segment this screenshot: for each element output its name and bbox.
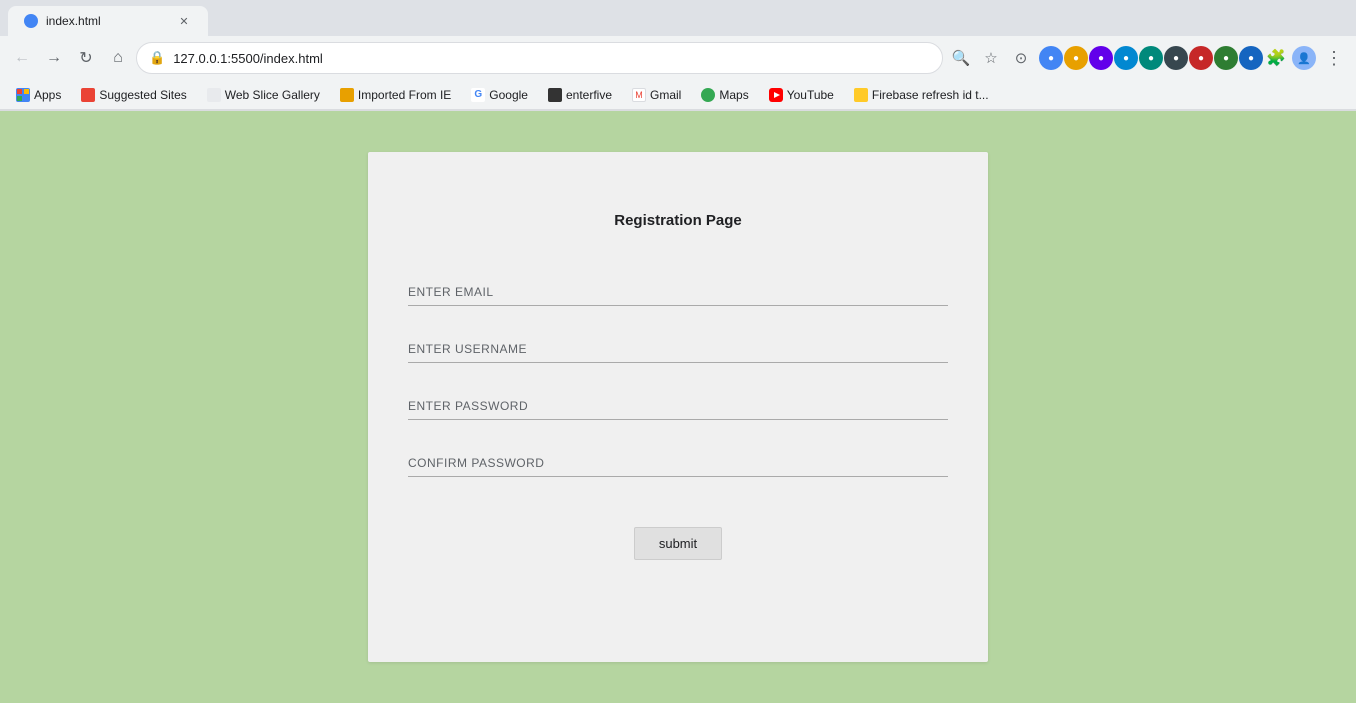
bookmark-enterfive[interactable]: enterfive — [540, 85, 620, 105]
maps-favicon-icon — [701, 88, 715, 102]
suggested-sites-favicon-icon — [81, 88, 95, 102]
nav-icons: 🔍 ☆ ⊙ — [947, 44, 1035, 72]
ext-icon-2[interactable]: ● — [1064, 46, 1088, 70]
username-input[interactable] — [408, 336, 948, 363]
browser-chrome: index.html ✕ ← → ↻ ⌂ 🔒 127.0.0.1:5500/in… — [0, 0, 1356, 111]
bookmark-imported-from-ie[interactable]: Imported From IE — [332, 85, 459, 105]
google-favicon-icon: G — [471, 88, 485, 102]
bookmark-apps-label: Apps — [34, 88, 61, 102]
youtube-favicon-icon — [769, 88, 783, 102]
bookmark-maps-label: Maps — [719, 88, 748, 102]
bookmark-youtube-label: YouTube — [787, 88, 834, 102]
ext-icon-puzzle[interactable]: 🧩 — [1264, 46, 1288, 70]
apps-favicon-icon — [16, 88, 30, 102]
bookmark-enterfive-label: enterfive — [566, 88, 612, 102]
tab-close-button[interactable]: ✕ — [176, 13, 192, 29]
bookmark-web-slice-gallery[interactable]: Web Slice Gallery — [199, 85, 328, 105]
bookmark-youtube[interactable]: YouTube — [761, 85, 842, 105]
password-field-group — [408, 393, 948, 420]
ext-icon-6[interactable]: ● — [1164, 46, 1188, 70]
profile-icon[interactable]: 👤 — [1292, 46, 1316, 70]
submit-button[interactable]: submit — [634, 527, 722, 560]
bookmark-google-label: Google — [489, 88, 528, 102]
confirm-password-field-group — [408, 450, 948, 477]
bookmark-firebase-label: Firebase refresh id t... — [872, 88, 989, 102]
bookmark-imported-label: Imported From IE — [358, 88, 451, 102]
search-icon-button[interactable]: 🔍 — [947, 44, 975, 72]
navigation-bar: ← → ↻ ⌂ 🔒 127.0.0.1:5500/index.html 🔍 ☆ … — [0, 36, 1356, 80]
enterfive-favicon-icon — [548, 88, 562, 102]
bookmark-gmail-label: Gmail — [650, 88, 681, 102]
confirm-password-input[interactable] — [408, 450, 948, 477]
url-text: 127.0.0.1:5500/index.html — [173, 51, 930, 66]
registration-title: Registration Page — [614, 212, 742, 229]
extension-icons: ● ● ● ● ● ● ● ● ● 🧩 — [1039, 46, 1288, 70]
home-button[interactable]: ⌂ — [104, 44, 132, 72]
bookmark-suggested-sites-label: Suggested Sites — [99, 88, 186, 102]
email-input[interactable] — [408, 279, 948, 306]
ext-icon-9[interactable]: ● — [1239, 46, 1263, 70]
bookmark-gmail[interactable]: M Gmail — [624, 85, 689, 105]
bookmark-google[interactable]: G Google — [463, 85, 536, 105]
address-bar[interactable]: 🔒 127.0.0.1:5500/index.html — [136, 42, 943, 74]
imported-favicon-icon — [340, 88, 354, 102]
screenshot-icon-button[interactable]: ⊙ — [1007, 44, 1035, 72]
email-field-group — [408, 279, 948, 306]
profile-image: 👤 — [1297, 52, 1311, 65]
password-input[interactable] — [408, 393, 948, 420]
ext-icon-5[interactable]: ● — [1139, 46, 1163, 70]
active-tab[interactable]: index.html ✕ — [8, 6, 208, 36]
username-field-group — [408, 336, 948, 363]
tab-favicon — [24, 14, 38, 28]
bookmark-web-slice-label: Web Slice Gallery — [225, 88, 320, 102]
ext-icon-8[interactable]: ● — [1214, 46, 1238, 70]
firebase-favicon-icon — [854, 88, 868, 102]
bookmark-apps[interactable]: Apps — [8, 85, 69, 105]
page-background: Registration Page submit — [0, 111, 1356, 703]
tab-bar: index.html ✕ — [0, 0, 1356, 36]
bookmark-maps[interactable]: Maps — [693, 85, 756, 105]
tab-title: index.html — [46, 14, 101, 28]
ext-icon-3[interactable]: ● — [1089, 46, 1113, 70]
forward-button[interactable]: → — [40, 44, 68, 72]
ext-icon-1[interactable]: ● — [1039, 46, 1063, 70]
bookmarks-bar: Apps Suggested Sites Web Slice Gallery I… — [0, 80, 1356, 110]
ext-icon-7[interactable]: ● — [1189, 46, 1213, 70]
bookmark-firebase[interactable]: Firebase refresh id t... — [846, 85, 997, 105]
web-slice-favicon-icon — [207, 88, 221, 102]
gmail-favicon-icon: M — [632, 88, 646, 102]
back-button[interactable]: ← — [8, 44, 36, 72]
bookmark-suggested-sites[interactable]: Suggested Sites — [73, 85, 194, 105]
menu-button[interactable]: ⋮ — [1320, 44, 1348, 72]
reload-button[interactable]: ↻ — [72, 44, 100, 72]
bookmark-icon-button[interactable]: ☆ — [977, 44, 1005, 72]
ext-icon-4[interactable]: ● — [1114, 46, 1138, 70]
registration-card: Registration Page submit — [368, 152, 988, 662]
lock-icon: 🔒 — [149, 50, 165, 66]
